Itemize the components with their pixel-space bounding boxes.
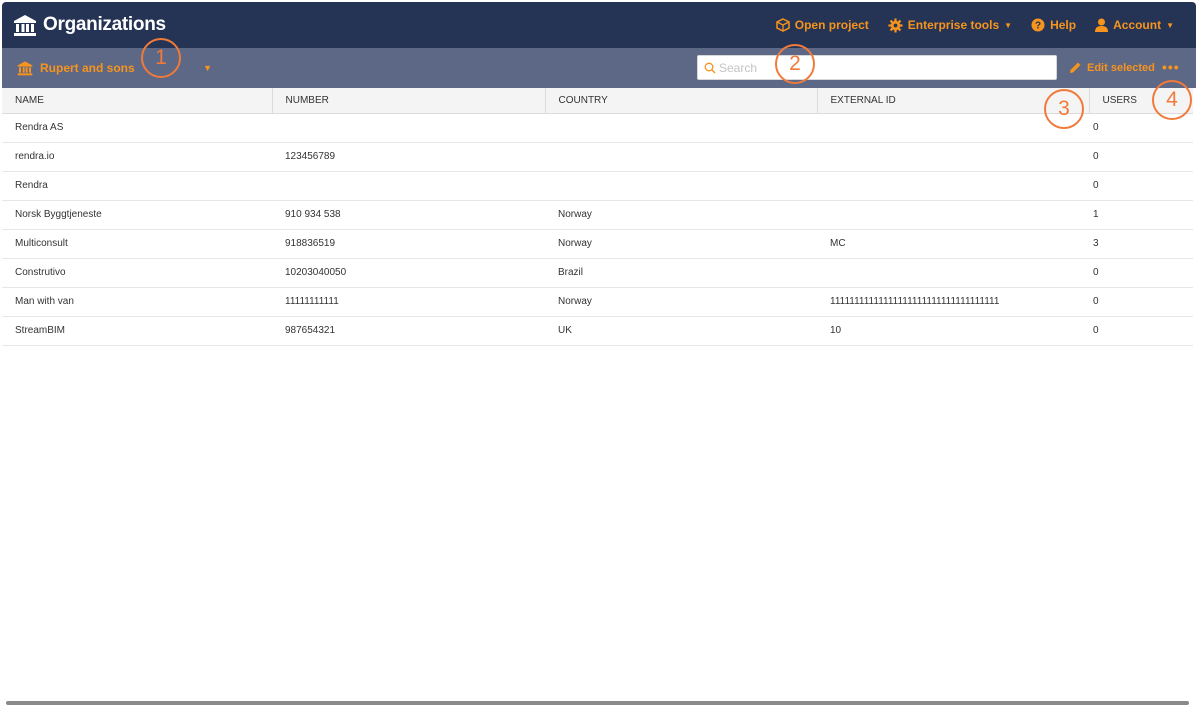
cell-country: Brazil <box>545 258 817 288</box>
organization-selector[interactable]: Rupert and sons ▼ <box>17 60 212 76</box>
column-header-name[interactable]: NAME <box>2 88 273 114</box>
cell-number: 987654321 <box>272 316 545 346</box>
open-project-label: Open project <box>794 18 869 32</box>
more-options-button[interactable]: ••• <box>1162 60 1180 74</box>
chevron-down-icon: ▼ <box>1166 20 1174 30</box>
callout-4: 4 <box>1152 80 1192 120</box>
callout-1: 1 <box>141 38 181 78</box>
cell-country <box>545 142 817 172</box>
table-row[interactable]: Rendra 0 <box>2 171 1193 201</box>
table-row[interactable]: Multiconsult 918836519 Norway MC 3 <box>2 229 1193 259</box>
table-row[interactable]: rendra.io 123456789 0 <box>2 142 1193 172</box>
cell-country: Norway <box>545 287 817 317</box>
cell-external-id <box>817 171 1089 201</box>
column-header-number[interactable]: NUMBER <box>272 88 546 114</box>
svg-text:?: ? <box>1035 21 1041 32</box>
callout-2: 2 <box>775 44 815 84</box>
cell-users: 0 <box>1089 142 1193 172</box>
cell-country: Norway <box>545 200 817 230</box>
brand[interactable]: Organizations <box>13 13 166 37</box>
help-link[interactable]: ? Help <box>1031 18 1076 32</box>
cell-name: rendra.io <box>2 142 272 172</box>
search-field[interactable] <box>697 55 1057 80</box>
chevron-down-icon: ▼ <box>1004 20 1013 30</box>
top-header: Organizations Open project Enterprise to… <box>2 2 1196 48</box>
column-header-country[interactable]: COUNTRY <box>545 88 818 114</box>
cell-name: Norsk Byggtjeneste <box>2 200 272 230</box>
table-row[interactable]: Construtivo 10203040050 Brazil 0 <box>2 258 1193 288</box>
question-circle-icon: ? <box>1031 18 1045 32</box>
toolbar: Rupert and sons ▼ Edit selected ••• <box>2 48 1196 88</box>
cell-external-id: MC <box>817 229 1089 259</box>
cell-name: Rendra AS <box>2 113 272 143</box>
edit-selected-label: Edit selected <box>1087 61 1155 74</box>
search-input[interactable] <box>719 60 1039 75</box>
cell-name: Construtivo <box>2 258 272 288</box>
pencil-icon <box>1070 62 1081 73</box>
cell-external-id: 11111111111111111111111111111111111 <box>817 287 1089 317</box>
cell-number: 11111111111 <box>272 287 545 317</box>
organization-name: Rupert and sons <box>40 61 135 75</box>
help-label: Help <box>1050 18 1077 32</box>
search-icon <box>704 62 716 73</box>
cell-number: 910 934 538 <box>272 200 545 230</box>
gear-icon <box>888 17 903 33</box>
cell-users: 3 <box>1089 229 1193 259</box>
organizations-table: NAME NUMBER COUNTRY EXTERNAL ID USERS Re… <box>2 88 1193 346</box>
horizontal-scrollbar[interactable] <box>6 701 1189 705</box>
cell-number <box>272 113 545 143</box>
cell-country: UK <box>545 316 817 346</box>
table-header-row: NAME NUMBER COUNTRY EXTERNAL ID USERS <box>2 88 1193 114</box>
cell-users: 1 <box>1089 200 1193 230</box>
cell-external-id <box>817 142 1089 172</box>
account-menu[interactable]: Account ▼ <box>1095 18 1174 32</box>
user-icon <box>1095 18 1109 32</box>
enterprise-tools-label: Enterprise tools <box>907 18 1000 32</box>
cell-number: 918836519 <box>272 229 545 259</box>
cell-number: 10203040050 <box>272 258 545 288</box>
table-row[interactable]: Rendra AS 0 <box>2 113 1193 143</box>
enterprise-tools-menu[interactable]: Enterprise tools ▼ <box>888 17 1013 33</box>
top-nav: Open project Enterprise tools ▼ ? Help A… <box>757 17 1174 33</box>
app-window: Organizations Open project Enterprise to… <box>2 2 1196 705</box>
table-row[interactable]: StreamBIM 987654321 UK 10 0 <box>2 316 1193 346</box>
cell-name: Man with van <box>2 287 272 317</box>
cell-name: Multiconsult <box>2 229 272 259</box>
cell-country: Norway <box>545 229 817 259</box>
open-project-link[interactable]: Open project <box>776 18 869 32</box>
table-row[interactable]: Man with van 11111111111 Norway 11111111… <box>2 287 1193 317</box>
cell-external-id <box>817 258 1089 288</box>
cell-number <box>272 171 545 201</box>
cell-country <box>545 113 817 143</box>
table-row[interactable]: Norsk Byggtjeneste 910 934 538 Norway 1 <box>2 200 1193 230</box>
chevron-down-icon: ▼ <box>203 63 212 73</box>
cell-external-id: 10 <box>817 316 1089 346</box>
cell-country <box>545 171 817 201</box>
page-title: Organizations <box>43 14 166 35</box>
cell-external-id <box>817 200 1089 230</box>
cell-users: 0 <box>1089 316 1193 346</box>
institution-icon <box>17 61 33 76</box>
cell-users: 0 <box>1089 258 1193 288</box>
cell-name: Rendra <box>2 171 272 201</box>
cell-name: StreamBIM <box>2 316 272 346</box>
callout-3: 3 <box>1044 89 1084 129</box>
cell-users: 0 <box>1089 171 1193 201</box>
account-label: Account <box>1113 18 1162 32</box>
institution-icon <box>14 15 36 36</box>
edit-selected-button[interactable]: Edit selected <box>1069 61 1155 74</box>
cell-users: 0 <box>1089 287 1193 317</box>
cell-number: 123456789 <box>272 142 545 172</box>
cube-icon <box>776 18 790 32</box>
